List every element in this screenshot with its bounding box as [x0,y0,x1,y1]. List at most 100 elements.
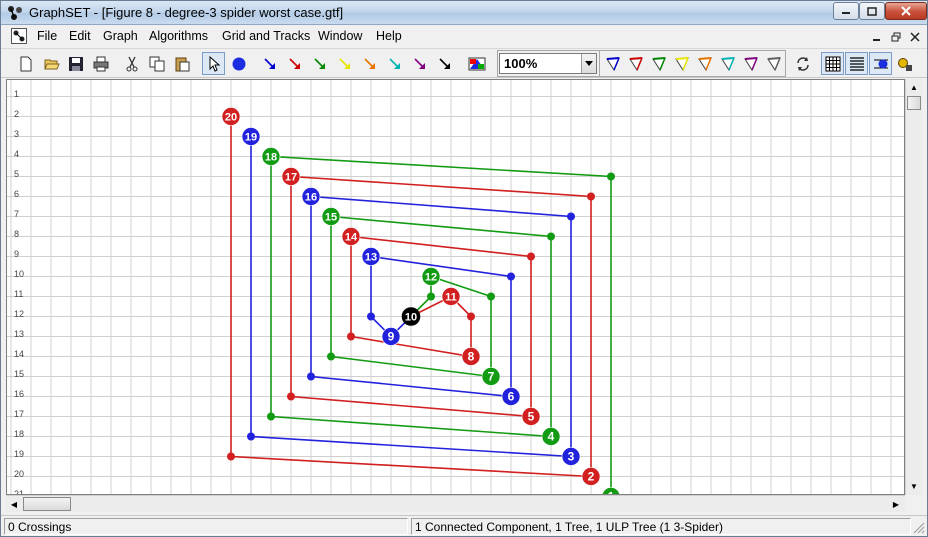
graph-node[interactable]: 19 [241,127,261,146]
graph-node[interactable]: 4 [541,427,561,446]
menu-edit[interactable]: Edit [69,29,91,43]
menu-file[interactable]: File [37,29,57,43]
bend-point[interactable] [527,252,535,261]
menu-grid-and-tracks[interactable]: Grid and Tracks [222,29,310,43]
graph-node[interactable]: 3 [561,447,581,466]
bend-point[interactable] [607,172,615,181]
scroll-up-icon[interactable]: ▲ [906,79,922,95]
scroll-left-icon[interactable]: ◀ [6,496,22,512]
grid-toggle-button[interactable] [821,52,844,75]
menu-algorithms[interactable]: Algorithms [149,29,208,43]
graph-node[interactable]: 12 [421,267,441,286]
bend-point[interactable] [547,232,555,241]
menu-graph[interactable]: Graph [103,29,138,43]
face-tool-7-button[interactable] [739,52,762,75]
face-tool-5-button[interactable] [693,52,716,75]
graph-node[interactable]: 8 [461,347,481,366]
bend-point[interactable] [367,312,375,321]
bend-point[interactable] [227,452,235,461]
maximize-button[interactable] [859,2,885,20]
graph-node[interactable]: 20 [221,107,241,126]
bend-point[interactable] [567,212,575,221]
graph-canvas[interactable]: 1234567891011121314151617181920 12345678… [6,79,905,495]
graph-node[interactable]: 14 [341,227,361,246]
bend-point[interactable] [487,292,495,301]
menu-window[interactable]: Window [318,29,362,43]
triangle-icon [720,56,735,71]
chevron-down-icon[interactable] [581,54,596,73]
new-file-button[interactable] [14,52,37,75]
graph-node[interactable]: 5 [521,407,541,426]
scroll-right-icon[interactable]: ▶ [888,496,904,512]
graph-node[interactable]: 9 [381,327,401,346]
graph-node[interactable]: 15 [321,207,341,226]
resize-grip-icon[interactable] [913,522,925,534]
horizontal-scroll-thumb[interactable] [23,497,71,511]
bend-point[interactable] [467,312,475,321]
select-tool-button[interactable] [202,52,225,75]
menu-help[interactable]: Help [376,29,402,43]
bend-point[interactable] [247,432,255,441]
copy-button[interactable] [145,52,168,75]
face-tool-4-button[interactable] [670,52,693,75]
vertical-scrollbar[interactable]: ▲ ▼ [905,79,922,495]
node-display-button[interactable] [869,52,892,75]
layout-algorithm-button[interactable] [893,52,916,75]
graph-node[interactable]: 11 [441,287,461,306]
graph-node[interactable]: 6 [501,387,521,406]
horizontal-scrollbar[interactable]: ◀ ▶ [6,495,905,512]
edge-tool-purple-button[interactable] [408,52,431,75]
edge-tool-blue-button[interactable] [258,52,281,75]
graph-node[interactable]: 18 [261,147,281,166]
face-tool-6-button[interactable] [716,52,739,75]
face-tool-8-button[interactable] [762,52,785,75]
open-file-button[interactable] [40,52,63,75]
save-button[interactable] [64,52,87,75]
document-icon[interactable] [11,28,27,44]
face-tool-2-button[interactable] [624,52,647,75]
graph-node[interactable]: 17 [281,167,301,186]
graphset-app-icon[interactable] [7,5,23,21]
paste-button[interactable] [170,52,193,75]
graph-node[interactable]: 13 [361,247,381,266]
bend-point[interactable] [427,292,435,301]
print-icon [93,56,108,71]
bend-point[interactable] [587,192,595,201]
cut-button[interactable] [120,52,143,75]
maximize-icon [867,6,877,16]
edge-tool-yellow-button[interactable] [333,52,356,75]
edge-tool-black-button[interactable] [433,52,456,75]
color-layout-button[interactable] [465,52,488,75]
face-tool-3-button[interactable] [647,52,670,75]
zoom-select[interactable]: 100% [499,53,597,74]
bend-point[interactable] [267,412,275,421]
vertical-scroll-thumb[interactable] [907,96,921,110]
mdi-close-button[interactable] [907,29,923,44]
mdi-restore-button[interactable] [888,29,904,44]
scroll-down-icon[interactable]: ▼ [906,478,922,494]
bend-point[interactable] [287,392,295,401]
tracks-toggle-button[interactable] [845,52,868,75]
close-button[interactable] [885,2,927,20]
minimize-button[interactable] [833,2,859,20]
graph-node[interactable]: 10 [401,307,421,326]
bend-point[interactable] [307,372,315,381]
cursor-arrow-icon [209,55,220,72]
bend-point[interactable] [347,332,355,341]
graph-node[interactable]: 1 [602,487,620,496]
graph-node[interactable]: 7 [481,367,501,386]
face-tool-1-button[interactable] [601,52,624,75]
graph-drawing[interactable]: 1234567891011121314151617181920 [7,80,905,495]
mdi-minimize-button[interactable] [869,29,885,44]
refresh-button[interactable] [791,52,814,75]
graph-node[interactable]: 2 [581,467,601,486]
graph-node[interactable]: 16 [301,187,321,206]
print-button[interactable] [89,52,112,75]
edge-tool-green-button[interactable] [308,52,331,75]
edge-tool-orange-button[interactable] [358,52,381,75]
add-node-tool-button[interactable] [227,52,250,75]
bend-point[interactable] [507,272,515,281]
bend-point[interactable] [327,352,335,361]
edge-tool-red-button[interactable] [283,52,306,75]
edge-tool-cyan-button[interactable] [383,52,406,75]
